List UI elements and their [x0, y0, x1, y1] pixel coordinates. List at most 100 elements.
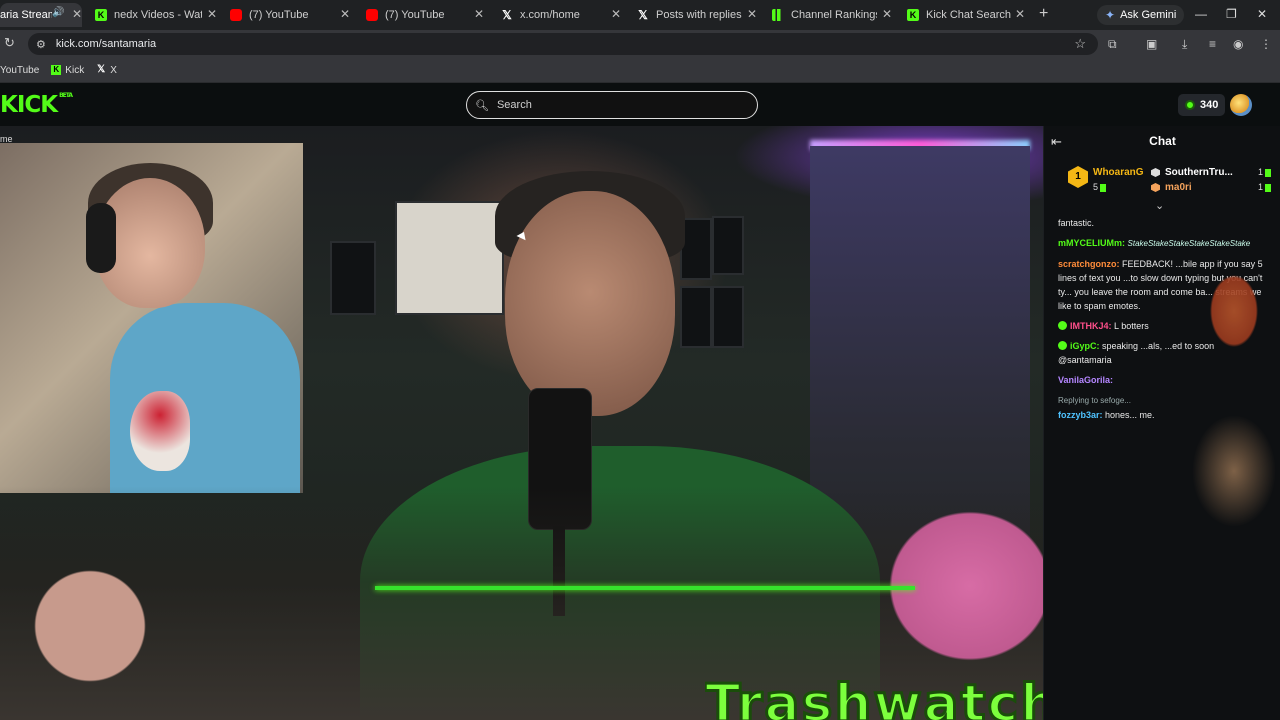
- ask-gemini-button[interactable]: ✦ Ask Gemini: [1097, 5, 1185, 25]
- tab-label: Posts with replies by Tr: [656, 9, 744, 21]
- site-info-icon[interactable]: ⚙: [36, 38, 46, 51]
- tab-channel-rankings[interactable]: Channel Rankings - Kic ✕: [772, 3, 892, 27]
- chat-header: Chat ⇤: [1044, 126, 1280, 156]
- url-text: kick.com/santamaria: [55, 38, 157, 50]
- wall-art: [395, 201, 504, 315]
- chat-message: mMYCELIUMm: StakeStakeStakeStakeStakeSta…: [1058, 236, 1268, 251]
- search-input[interactable]: [494, 98, 739, 112]
- chat-username[interactable]: VanilaGorila:: [1058, 375, 1113, 385]
- tab-label: (7) YouTube: [249, 9, 309, 21]
- new-tab-icon[interactable]: +: [1039, 5, 1048, 23]
- chat-username[interactable]: iGypC:: [1070, 341, 1100, 351]
- kick-favicon-icon: K: [51, 65, 62, 75]
- gemini-sparkle-icon: ✦: [1105, 8, 1116, 22]
- reload-icon[interactable]: ↻: [4, 35, 15, 51]
- tab-label: x.com/home: [520, 9, 580, 21]
- user-avatar[interactable]: [1230, 94, 1252, 116]
- youtube-favicon-icon: [366, 9, 378, 21]
- expand-leaderboard-icon[interactable]: ⌄: [1155, 199, 1164, 212]
- tab-youtube-2[interactable]: (7) YouTube ✕: [366, 3, 484, 27]
- window-close-icon[interactable]: ✕: [1257, 7, 1267, 21]
- gift-icon: [1100, 183, 1107, 192]
- close-tab-icon[interactable]: ✕: [340, 7, 350, 21]
- close-tab-icon[interactable]: ✕: [747, 7, 757, 21]
- bar-chart-favicon-icon: [772, 9, 784, 21]
- kick-coin-icon: [1185, 100, 1195, 110]
- speaker-icon[interactable]: 🔊: [52, 7, 64, 18]
- tab-label: Kick Chat Search: [926, 9, 1011, 21]
- tab-youtube-1[interactable]: (7) YouTube ✕: [230, 3, 350, 27]
- close-tab-icon[interactable]: ✕: [611, 7, 621, 21]
- x-favicon-icon: 𝕏: [97, 64, 106, 75]
- maximize-icon[interactable]: ❐: [1226, 7, 1237, 21]
- search-box[interactable]: 🔍︎: [466, 91, 758, 119]
- close-tab-icon[interactable]: ✕: [474, 7, 484, 21]
- leaderboard-user[interactable]: WhoaranG: [1093, 167, 1144, 178]
- tab-search-icon[interactable]: ▣: [1146, 37, 1157, 51]
- leaderboard-count: 1: [1258, 167, 1264, 177]
- browser-tab-bar: aria Stream 🔊 ✕ K nedx Videos - Watch C …: [0, 0, 1280, 30]
- download-icon[interactable]: ⤓: [1182, 37, 1187, 52]
- chat-username[interactable]: fozzyb3ar:: [1058, 410, 1103, 420]
- trashwatch-overlay-title: Trashwatch: [705, 674, 1043, 720]
- gift-leaderboard: 1 WhoaranG 5 SouthernTru... 1 ma0ri 1: [1058, 160, 1273, 196]
- kick-favicon-icon: K: [907, 9, 919, 21]
- reading-list-icon[interactable]: ≡: [1209, 37, 1216, 51]
- message-text: L botters: [1114, 321, 1149, 331]
- bookmark-youtube[interactable]: YouTube: [0, 65, 39, 76]
- x-favicon-icon: 𝕏: [638, 8, 648, 22]
- message-text: hones... me.: [1105, 410, 1155, 420]
- chat-panel: Chat ⇤ 1 WhoaranG 5 SouthernTru... 1 ma0…: [1043, 126, 1280, 720]
- tab-nedx-videos[interactable]: K nedx Videos - Watch C ✕: [95, 3, 217, 27]
- x-favicon-icon: 𝕏: [502, 8, 512, 22]
- points-value: 340: [1200, 99, 1219, 111]
- profile-icon[interactable]: ◉: [1233, 37, 1243, 51]
- tab-kick-chat-search[interactable]: K Kick Chat Search ✕: [907, 3, 1025, 27]
- minimize-icon[interactable]: —: [1195, 7, 1207, 21]
- tab-santamaria-stream[interactable]: aria Stream 🔊 ✕: [0, 3, 82, 27]
- headset-icon: [86, 203, 116, 273]
- leaderboard-user[interactable]: SouthernTru...: [1165, 167, 1233, 178]
- video-player[interactable]: me Trashwatch: [0, 126, 1043, 720]
- verified-badge-icon: [1058, 321, 1067, 330]
- rooster-video-overlay: [1174, 251, 1280, 651]
- chat-username[interactable]: IMTHKJ4:: [1070, 321, 1112, 331]
- wall-poster: [712, 286, 744, 348]
- tab-label: (7) YouTube: [385, 9, 445, 21]
- tab-label: aria Stream: [0, 9, 52, 21]
- bookmark-star-icon[interactable]: ☆: [1074, 36, 1086, 52]
- leaderboard-count-wrap: 1: [1258, 182, 1272, 192]
- gift-icon: [1265, 183, 1272, 192]
- hex-badge-icon: [1151, 183, 1160, 192]
- browser-toolbar: ↻ ⚙ kick.com/santamaria ☆ ⧉ ▣ ⤓ ≡ ◉ ⋮: [0, 30, 1280, 58]
- logo-text: KICK: [0, 92, 58, 118]
- tab-x-home[interactable]: 𝕏 x.com/home ✕: [501, 3, 621, 27]
- wall-poster: [330, 241, 376, 315]
- extensions-icon[interactable]: ⧉: [1108, 37, 1117, 52]
- close-tab-icon[interactable]: ✕: [882, 7, 892, 21]
- leaderboard-user[interactable]: ma0ri: [1165, 182, 1192, 193]
- close-tab-icon[interactable]: ✕: [72, 7, 82, 21]
- reply-hint-text: Replying to sefoge...: [1058, 396, 1131, 405]
- close-tab-icon[interactable]: ✕: [1015, 7, 1025, 21]
- tab-x-posts[interactable]: 𝕏 Posts with replies by Tr ✕: [637, 3, 757, 27]
- search-icon: 🔍︎: [475, 99, 489, 112]
- message-text: StakeStakeStakeStakeStakeStake: [1127, 239, 1251, 248]
- bookmark-kick[interactable]: K Kick: [51, 65, 84, 76]
- chat-message: fantastic.: [1058, 216, 1268, 230]
- gift-icon: [1265, 168, 1272, 177]
- collapse-chat-icon[interactable]: ⇤: [1051, 134, 1062, 150]
- address-bar[interactable]: ⚙ kick.com/santamaria ☆: [28, 33, 1098, 55]
- bookmark-label: X: [110, 64, 117, 76]
- kick-favicon-icon: K: [95, 9, 107, 21]
- kick-points-button[interactable]: 340: [1178, 94, 1226, 116]
- close-tab-icon[interactable]: ✕: [207, 7, 217, 21]
- verified-badge-icon: [1058, 341, 1067, 350]
- bookmark-x[interactable]: 𝕏 X: [96, 65, 117, 76]
- menu-kebab-icon[interactable]: ⋮: [1260, 37, 1272, 51]
- chat-username[interactable]: scratchgonzo:: [1058, 259, 1120, 269]
- kick-logo[interactable]: KICK BETA: [0, 92, 73, 118]
- wall-poster: [712, 216, 744, 275]
- beta-badge: BETA: [59, 92, 73, 99]
- chat-username[interactable]: mMYCELIUMm:: [1058, 238, 1125, 248]
